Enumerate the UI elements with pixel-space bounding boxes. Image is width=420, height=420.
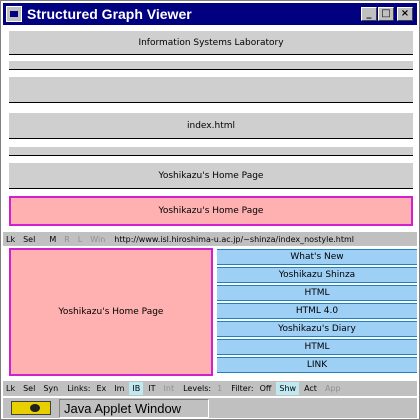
link-item[interactable]: Yoshikazu Shinza bbox=[217, 267, 417, 283]
bottom-toolbar: Lk Sel Syn Links: Ex Im IB IT Int Levels… bbox=[3, 381, 417, 396]
graph-node[interactable]: Yoshikazu's Home Page bbox=[9, 163, 413, 189]
link-item[interactable]: What's New bbox=[217, 249, 417, 265]
link-item[interactable]: HTML 4.0 bbox=[217, 303, 417, 319]
graph-node[interactable] bbox=[9, 61, 413, 70]
applet-window: Structured Graph Viewer _ □ × Informatio… bbox=[0, 0, 420, 420]
filter-label: Filter: bbox=[231, 384, 254, 393]
int-toggle[interactable]: Int bbox=[160, 382, 178, 395]
close-button[interactable]: × bbox=[397, 7, 413, 21]
window-title: Structured Graph Viewer bbox=[27, 6, 192, 22]
link-item[interactable]: HTML bbox=[217, 285, 417, 301]
link-item[interactable]: Yoshikazu's Diary bbox=[217, 321, 417, 337]
off-toggle[interactable]: Off bbox=[256, 382, 275, 395]
ex-toggle[interactable]: Ex bbox=[93, 382, 110, 395]
r-button[interactable]: R bbox=[61, 232, 73, 246]
java-logo-icon bbox=[11, 401, 51, 415]
detail-area: Yoshikazu's Home Page What's New Yoshika… bbox=[5, 248, 417, 378]
graph-node[interactable]: index.html bbox=[9, 113, 413, 139]
act-toggle[interactable]: Act bbox=[301, 382, 320, 395]
maximize-button[interactable]: □ bbox=[378, 7, 394, 21]
syn-toggle[interactable]: Syn bbox=[40, 382, 62, 395]
graph-node[interactable] bbox=[9, 77, 413, 103]
graph-node[interactable]: Information Systems Laboratory bbox=[9, 31, 413, 55]
url-display: http://www.isl.hiroshima-u.ac.jp/~shinza… bbox=[114, 234, 355, 244]
current-page-node[interactable]: Yoshikazu's Home Page bbox=[9, 248, 213, 376]
app-icon bbox=[6, 6, 22, 22]
l-button[interactable]: L bbox=[74, 232, 86, 246]
title-bar[interactable]: Structured Graph Viewer _ □ × bbox=[3, 3, 417, 25]
lk-toggle[interactable]: Lk bbox=[3, 382, 19, 395]
link-list: What's New Yoshikazu Shinza HTML HTML 4.… bbox=[217, 249, 417, 375]
graph-node[interactable] bbox=[9, 147, 413, 156]
links-label: Links: bbox=[67, 384, 91, 393]
link-item[interactable]: HTML bbox=[217, 339, 417, 355]
win-button[interactable]: Win bbox=[87, 232, 109, 246]
graph-node-selected[interactable]: Yoshikazu's Home Page bbox=[9, 196, 413, 226]
im-toggle[interactable]: Im bbox=[111, 382, 128, 395]
graph-area: Information Systems Laboratory index.htm… bbox=[5, 27, 417, 231]
sel-toggle[interactable]: Sel bbox=[20, 382, 39, 395]
minimize-button[interactable]: _ bbox=[361, 7, 377, 21]
status-row: Lk Sel M R L Win http://www.isl.hiroshim… bbox=[3, 232, 417, 246]
m-button[interactable]: M bbox=[46, 232, 60, 246]
shw-toggle[interactable]: Shw bbox=[276, 382, 300, 395]
app-toggle[interactable]: App bbox=[321, 382, 344, 395]
lk-button[interactable]: Lk bbox=[3, 232, 19, 246]
link-item[interactable]: LINK bbox=[217, 357, 417, 373]
status-bar: Java Applet Window bbox=[3, 398, 417, 418]
it-toggle[interactable]: IT bbox=[145, 382, 159, 395]
applet-status-text: Java Applet Window bbox=[59, 398, 209, 418]
ib-toggle[interactable]: IB bbox=[129, 382, 144, 395]
level-value[interactable]: 1 bbox=[214, 382, 226, 395]
levels-label: Levels: bbox=[183, 384, 212, 393]
sel-button[interactable]: Sel bbox=[20, 232, 39, 246]
